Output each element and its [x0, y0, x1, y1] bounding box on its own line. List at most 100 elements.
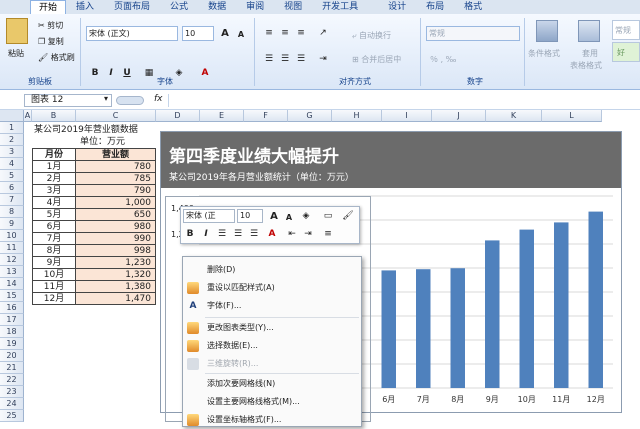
- align-right-icon[interactable]: ☰: [294, 52, 308, 66]
- wrap-text-button[interactable]: ⤶ 自动换行: [352, 30, 391, 41]
- cut-button[interactable]: ✂ 剪切: [38, 20, 63, 31]
- month-cell[interactable]: 8月: [32, 245, 76, 257]
- row-header[interactable]: 5: [0, 170, 24, 182]
- column-header[interactable]: I: [382, 110, 432, 122]
- bar-12月[interactable]: [588, 211, 603, 388]
- tab-developer[interactable]: 开发工具: [312, 0, 368, 14]
- month-cell[interactable]: 9月: [32, 257, 76, 269]
- formula-toggle[interactable]: [116, 96, 144, 105]
- row-header[interactable]: 11: [0, 242, 24, 254]
- month-cell[interactable]: 1月: [32, 161, 76, 173]
- tab-home[interactable]: 开始: [30, 0, 67, 14]
- mini-font-color-icon[interactable]: A: [265, 227, 279, 241]
- bar-9月[interactable]: [485, 240, 500, 388]
- row-header[interactable]: 24: [0, 398, 24, 410]
- revenue-cell[interactable]: 990: [76, 233, 156, 245]
- month-cell[interactable]: 5月: [32, 209, 76, 221]
- indent-icon[interactable]: ⇥: [316, 52, 330, 66]
- revenue-cell[interactable]: 1,000: [76, 197, 156, 209]
- header-month-cell[interactable]: 月份: [32, 148, 76, 161]
- row-header[interactable]: 17: [0, 314, 24, 326]
- menu-item[interactable]: 重设以匹配样式(A): [183, 279, 361, 297]
- month-cell[interactable]: 3月: [32, 185, 76, 197]
- row-header[interactable]: 20: [0, 350, 24, 362]
- row-header[interactable]: 6: [0, 182, 24, 194]
- row-header[interactable]: 13: [0, 266, 24, 278]
- formula-input[interactable]: [168, 94, 640, 107]
- bar-7月[interactable]: [416, 269, 431, 388]
- chart-subtitle[interactable]: 某公司2019年各月营业额统计（单位：万元）: [169, 170, 354, 183]
- row-header[interactable]: 15: [0, 290, 24, 302]
- tab-insert[interactable]: 插入: [66, 0, 104, 14]
- revenue-cell[interactable]: 1,380: [76, 281, 156, 293]
- table-format-label-1[interactable]: 套用: [582, 48, 598, 59]
- mini-align-center-icon[interactable]: ☰: [231, 227, 245, 241]
- chevron-down-icon[interactable]: ▾: [104, 94, 108, 103]
- column-header[interactable]: K: [486, 110, 542, 122]
- grow-font-button[interactable]: A: [218, 26, 232, 40]
- revenue-cell[interactable]: 1,230: [76, 257, 156, 269]
- revenue-cell[interactable]: 790: [76, 185, 156, 197]
- menu-item[interactable]: 更改图表类型(Y)...: [183, 319, 361, 337]
- month-cell[interactable]: 2月: [32, 173, 76, 185]
- row-header[interactable]: 2: [0, 134, 24, 146]
- row-header[interactable]: 12: [0, 254, 24, 266]
- number-format-box[interactable]: 常规: [426, 26, 520, 41]
- menu-item[interactable]: A 字体(F)...: [183, 297, 361, 315]
- tab-data[interactable]: 数据: [198, 0, 236, 14]
- row-header[interactable]: 4: [0, 158, 24, 170]
- tab-design[interactable]: 设计: [378, 0, 416, 14]
- revenue-cell[interactable]: 785: [76, 173, 156, 185]
- column-header[interactable]: E: [200, 110, 244, 122]
- merge-center-button[interactable]: ⊞ 合并后居中: [352, 54, 401, 65]
- row-header[interactable]: 9: [0, 218, 24, 230]
- style-normal[interactable]: 常规: [612, 20, 640, 40]
- bar-10月[interactable]: [519, 229, 534, 388]
- paste-button[interactable]: 粘贴: [8, 48, 24, 59]
- row-header[interactable]: 19: [0, 338, 24, 350]
- align-center-icon[interactable]: ☰: [278, 52, 292, 66]
- mini-size-box[interactable]: 10: [237, 209, 263, 223]
- column-header[interactable]: L: [542, 110, 602, 122]
- row-header[interactable]: 1: [0, 122, 24, 134]
- row-header[interactable]: 21: [0, 362, 24, 374]
- unit-cell[interactable]: 单位：万元: [80, 136, 125, 148]
- name-box[interactable]: 图表 12: [24, 94, 112, 107]
- style-good[interactable]: 好: [612, 42, 640, 62]
- bold-button[interactable]: B: [88, 66, 102, 80]
- row-header[interactable]: 8: [0, 206, 24, 218]
- row-header[interactable]: 7: [0, 194, 24, 206]
- tab-layout[interactable]: 布局: [416, 0, 454, 14]
- chart-title[interactable]: 第四季度业绩大幅提升: [169, 142, 339, 167]
- row-header[interactable]: 23: [0, 386, 24, 398]
- currency-icon[interactable]: ％ ‚ ‰: [430, 54, 456, 65]
- revenue-cell[interactable]: 1,470: [76, 293, 156, 305]
- bar-6月[interactable]: [381, 270, 396, 388]
- shrink-font-button[interactable]: A: [234, 27, 248, 41]
- paste-icon[interactable]: [6, 18, 28, 44]
- mini-italic-button[interactable]: I: [199, 227, 213, 241]
- menu-item[interactable]: 设置主要网格线格式(M)...: [183, 393, 361, 411]
- month-cell[interactable]: 12月: [32, 293, 76, 305]
- menu-item[interactable]: 删除(D): [183, 261, 361, 279]
- table-format-label-2[interactable]: 表格格式: [570, 60, 602, 71]
- month-cell[interactable]: 7月: [32, 233, 76, 245]
- tab-formulas[interactable]: 公式: [160, 0, 198, 14]
- insert-function-icon[interactable]: fx: [154, 94, 163, 104]
- column-header[interactable]: B: [32, 110, 76, 122]
- row-header[interactable]: 18: [0, 326, 24, 338]
- mini-bold-button[interactable]: B: [183, 227, 197, 241]
- mini-align-right-icon[interactable]: ☰: [247, 227, 261, 241]
- font-name-box[interactable]: 宋体 (正文): [86, 26, 178, 41]
- align-top-icon[interactable]: ≡: [262, 26, 276, 40]
- revenue-cell[interactable]: 980: [76, 221, 156, 233]
- align-left-icon[interactable]: ☰: [262, 52, 276, 66]
- align-middle-icon[interactable]: ≡: [278, 26, 292, 40]
- row-header[interactable]: 22: [0, 374, 24, 386]
- column-header[interactable]: A: [24, 110, 32, 122]
- conditional-format-icon[interactable]: [536, 20, 558, 42]
- sheet-title-cell[interactable]: 某公司2019年营业额数据: [34, 124, 138, 136]
- mini-font-box[interactable]: 宋体 (正: [183, 209, 235, 223]
- mini-grow-font-button[interactable]: A: [267, 209, 281, 223]
- mini-format-painter-icon[interactable]: 🖌: [341, 209, 355, 223]
